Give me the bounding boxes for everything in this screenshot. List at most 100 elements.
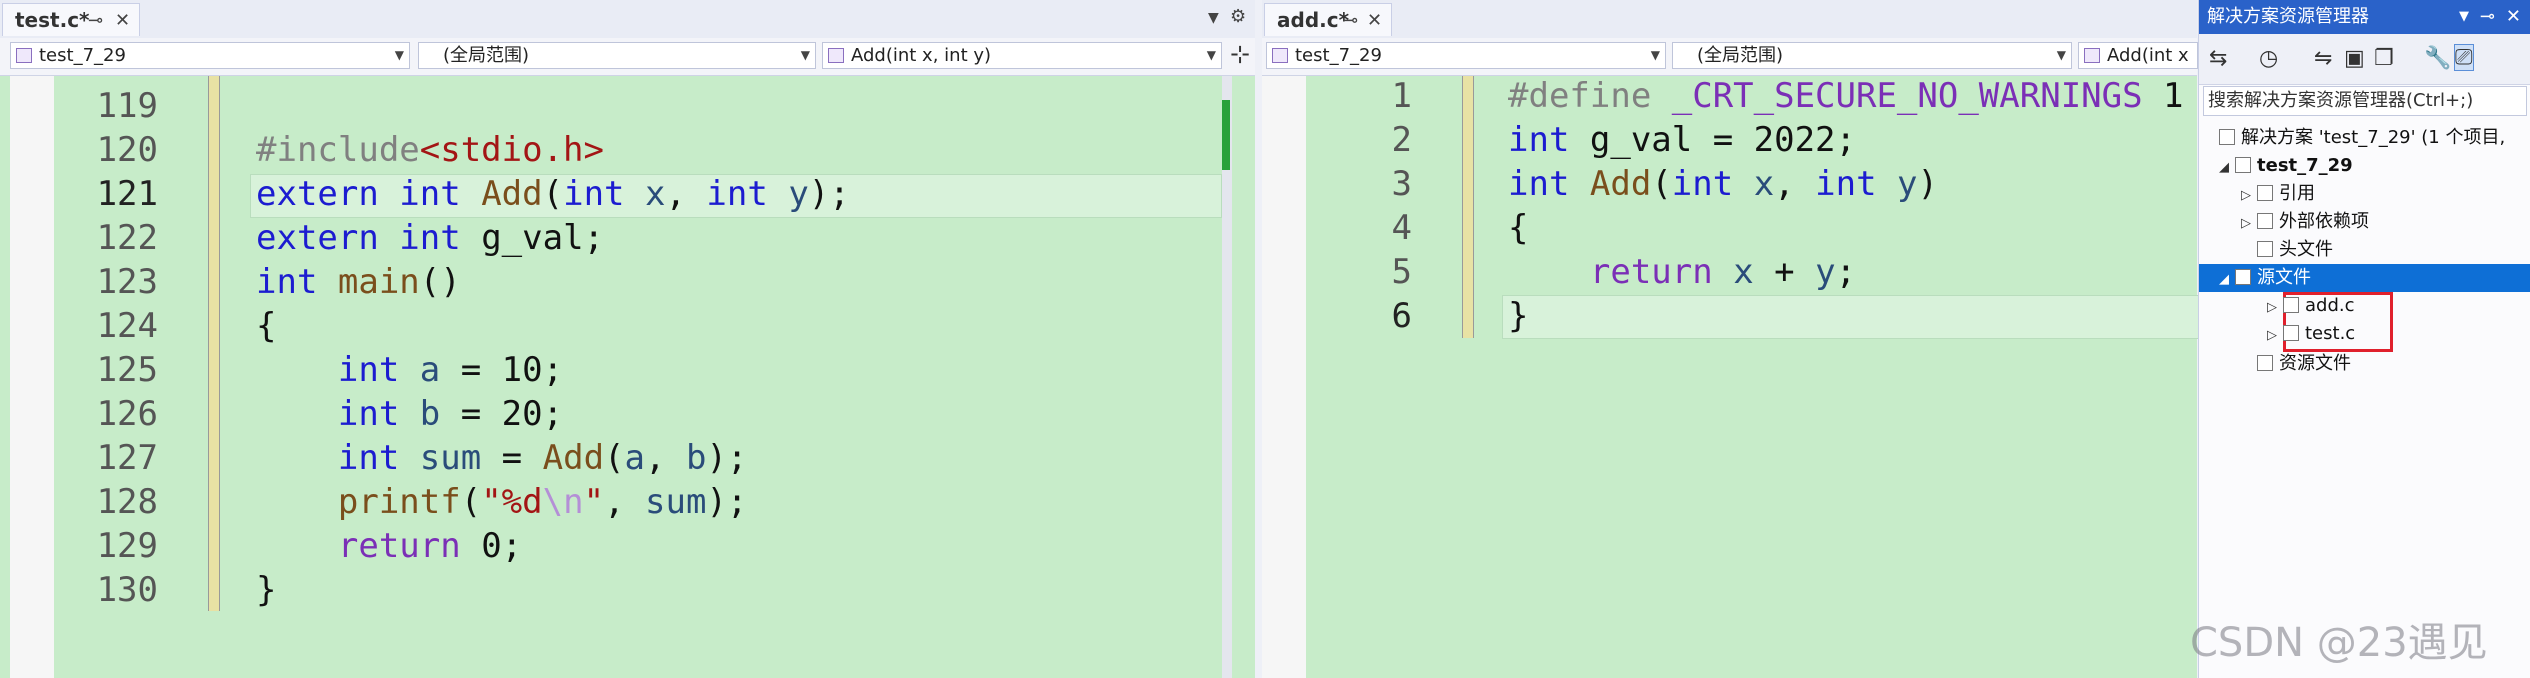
- code-token: );: [706, 438, 748, 478]
- tree-resources[interactable]: 资源文件: [2241, 350, 2351, 378]
- right-code[interactable]: #define _CRT_SECURE_NO_WARNINGS 1 int g_v…: [1508, 74, 2184, 338]
- tree-project[interactable]: ◢ test_7_29: [2219, 152, 2353, 180]
- code-line[interactable]: [256, 84, 850, 128]
- tree-sources[interactable]: ◢ 源文件: [2199, 264, 2530, 292]
- tree-external[interactable]: ▷ 外部依赖项: [2241, 208, 2369, 236]
- code-token: = 10;: [440, 350, 564, 390]
- line-number: 130: [96, 570, 158, 610]
- code-line[interactable]: }: [1508, 294, 2184, 338]
- code-line[interactable]: int Add(int x, int y): [1508, 162, 2184, 206]
- dropdown-icon[interactable]: ▼: [1208, 10, 1219, 26]
- line-number: 127: [96, 438, 158, 478]
- close-icon[interactable]: ✕: [1367, 4, 1382, 37]
- tree-file-add[interactable]: ▷ add.c: [2267, 292, 2355, 320]
- line-number: 124: [96, 306, 158, 346]
- method-icon: [828, 48, 844, 63]
- member-combo[interactable]: Add(int x, int y) ▼: [822, 42, 1222, 69]
- tree-file-test[interactable]: ▷ test.c: [2267, 320, 2355, 348]
- code-token: (: [542, 174, 564, 214]
- code-line[interactable]: extern int Add(int x, int y);: [256, 172, 850, 216]
- code-token: int: [1508, 120, 1590, 160]
- code-line[interactable]: {: [1508, 206, 2184, 250]
- code-line[interactable]: extern int g_val;: [256, 216, 850, 260]
- history-icon[interactable]: ◷: [2259, 46, 2278, 71]
- close-icon[interactable]: ✕: [2506, 0, 2521, 34]
- code-line[interactable]: printf("%d\n", sum);: [256, 480, 850, 524]
- expanded-arrow-icon[interactable]: ◢: [2219, 154, 2235, 182]
- code-token: Add: [542, 438, 605, 478]
- project-combo[interactable]: test_7_29 ▼: [10, 42, 410, 69]
- tab-test-c[interactable]: test.c* ⊸ ✕: [2, 3, 140, 36]
- split-icon[interactable]: ⊹: [1230, 40, 1250, 68]
- left-scrollbar[interactable]: [1222, 76, 1232, 678]
- collapsed-arrow-icon[interactable]: ▷: [2241, 182, 2257, 210]
- tree-label: 资源文件: [2279, 353, 2351, 374]
- left-code[interactable]: #include<stdio.h> extern int Add(int x, i…: [256, 84, 850, 612]
- code-line[interactable]: int a = 10;: [256, 348, 850, 392]
- switch-views-icon[interactable]: ⇋: [2314, 46, 2332, 71]
- tree-solution[interactable]: 解决方案 'test_7_29' (1 个项目,: [2219, 124, 2505, 152]
- line-number: 125: [96, 350, 158, 390]
- sync-icon[interactable]: ⇆: [2209, 46, 2227, 71]
- dropdown-icon[interactable]: ▼: [2459, 0, 2469, 34]
- tree-headers[interactable]: 头文件: [2241, 236, 2333, 264]
- member-combo[interactable]: Add(int x: [2078, 42, 2198, 69]
- collapsed-arrow-icon[interactable]: ▷: [2267, 294, 2283, 322]
- collapsed-arrow-icon[interactable]: ▷: [2267, 322, 2283, 350]
- code-line[interactable]: }: [256, 568, 850, 612]
- line-number: 128: [96, 482, 158, 522]
- code-token: #include: [256, 130, 420, 170]
- code-token: \n: [542, 482, 584, 522]
- solution-search-input[interactable]: 搜索解决方案资源管理器(Ctrl+;): [2203, 86, 2527, 116]
- code-token: int: [1671, 164, 1754, 204]
- filter-folder-icon: [2257, 355, 2273, 371]
- code-line[interactable]: {: [256, 304, 850, 348]
- tree-label: 引用: [2279, 183, 2315, 204]
- tab-label: add.c*: [1277, 8, 1350, 32]
- properties-icon[interactable]: 🔧: [2424, 46, 2451, 71]
- scope-label: (全局范围): [1697, 45, 1784, 66]
- project-combo[interactable]: test_7_29 ▼: [1266, 42, 1666, 69]
- collapse-all-icon[interactable]: ▣: [2344, 46, 2365, 71]
- code-token: (: [460, 482, 482, 522]
- project-label: test_7_29: [1295, 45, 1382, 66]
- collapsed-arrow-icon[interactable]: ▷: [2241, 210, 2257, 238]
- code-token: int: [1508, 164, 1590, 204]
- member-label: Add(int x, int y): [851, 45, 992, 66]
- expanded-arrow-icon[interactable]: ◢: [2219, 266, 2235, 294]
- code-token: g_val = 2022;: [1589, 120, 1856, 160]
- show-all-files-icon[interactable]: ❐: [2374, 46, 2394, 71]
- scope-combo[interactable]: (全局范围) ▼: [1672, 42, 2072, 69]
- tab-add-c[interactable]: add.c* ⊸ ✕: [1264, 3, 1392, 36]
- preview-icon[interactable]: ⎚: [2454, 44, 2474, 71]
- code-token: x: [644, 174, 666, 214]
- code-line[interactable]: int b = 20;: [256, 392, 850, 436]
- scope-combo[interactable]: (全局范围) ▼: [418, 42, 816, 69]
- code-line[interactable]: #define _CRT_SECURE_NO_WARNINGS 1: [1508, 74, 2184, 118]
- pin-icon[interactable]: ⊸: [1343, 4, 1358, 37]
- code-line[interactable]: #include<stdio.h>: [256, 128, 850, 172]
- tree-references[interactable]: ▷ 引用: [2241, 180, 2315, 208]
- code-token: b: [419, 394, 441, 434]
- scroll-thumb[interactable]: [1222, 100, 1230, 170]
- code-line[interactable]: int sum = Add(a, b);: [256, 436, 850, 480]
- tree-label: 解决方案 'test_7_29' (1 个项目,: [2241, 127, 2506, 148]
- code-line[interactable]: int g_val = 2022;: [1508, 118, 2184, 162]
- code-token: x: [1733, 252, 1754, 292]
- references-icon: [2257, 185, 2273, 201]
- code-line[interactable]: int main(): [256, 260, 850, 304]
- code-line[interactable]: return x + y;: [1508, 250, 2184, 294]
- settings-icon[interactable]: ⚙: [1230, 6, 1246, 27]
- pin-icon[interactable]: ⊸: [2480, 0, 2495, 34]
- code-token: ;: [1835, 252, 1857, 292]
- pin-icon[interactable]: ⊸: [88, 4, 103, 37]
- line-number: 6: [1391, 296, 1412, 336]
- code-line[interactable]: return 0;: [256, 524, 850, 568]
- close-icon[interactable]: ✕: [115, 4, 130, 37]
- code-token: a: [419, 350, 441, 390]
- search-placeholder: 搜索解决方案资源管理器(Ctrl+;): [2208, 90, 2474, 111]
- line-number: 119: [96, 86, 158, 126]
- chevron-down-icon: ▼: [2056, 48, 2066, 62]
